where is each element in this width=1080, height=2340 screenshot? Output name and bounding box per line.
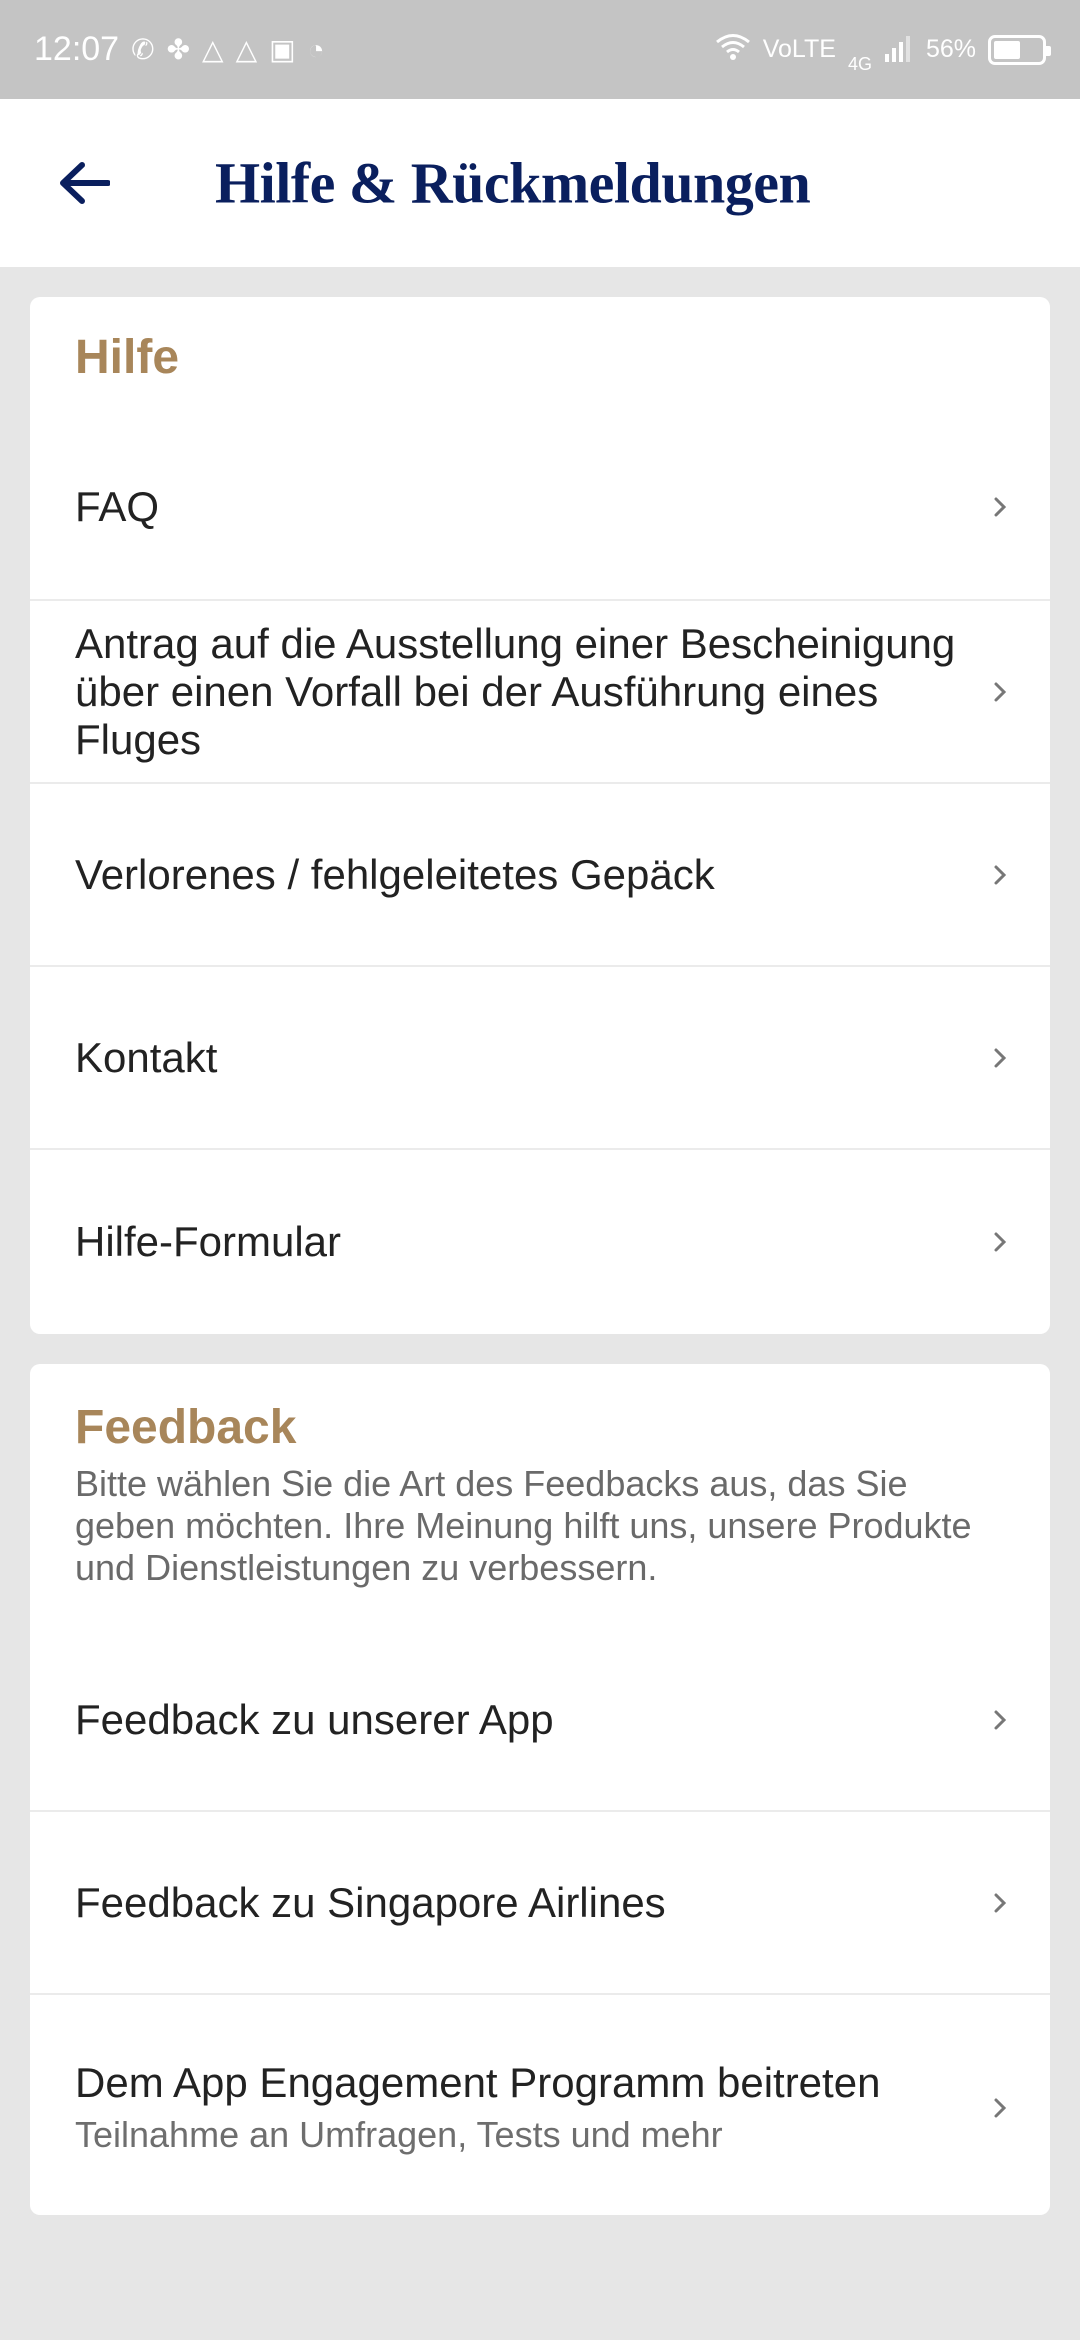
help-form-item[interactable]: Hilfe-Formular bbox=[30, 1150, 1050, 1333]
chevron-right-icon bbox=[994, 2098, 1007, 2117]
help-section-title: Hilfe bbox=[75, 331, 180, 384]
chevron-right-icon bbox=[994, 682, 1007, 701]
signal-icon bbox=[884, 32, 914, 67]
chevron-right-icon bbox=[994, 1893, 1007, 1912]
feedback-description: Bitte wählen Sie die Art des Feedbacks a… bbox=[75, 1463, 972, 1588]
status-time: 12:07 bbox=[34, 30, 120, 68]
battery-icon bbox=[988, 34, 1051, 65]
help-card: Hilfe FAQ Antrag auf die Ausstellung ein… bbox=[30, 297, 1050, 1334]
contact-label: Kontakt bbox=[75, 1033, 218, 1081]
gallery-icon: ▣ bbox=[269, 33, 296, 65]
whatsapp-icon: ✆ bbox=[131, 33, 155, 65]
chevron-right-icon bbox=[994, 1232, 1007, 1251]
app-feedback-label: Feedback zu unserer App bbox=[75, 1695, 554, 1743]
wifi-icon bbox=[715, 33, 751, 66]
help-form-label: Hilfe-Formular bbox=[75, 1217, 342, 1265]
certificate-request-label: Antrag auf die Ausstellung einer Beschei… bbox=[75, 619, 956, 763]
status-left: 12:07 ✆ ✤ △ △ ▣ ◔ bbox=[34, 30, 325, 69]
status-right: VoLTE 4G 56% bbox=[715, 24, 1051, 75]
network-label: VoLTE bbox=[762, 35, 836, 63]
contact-item[interactable]: Kontakt bbox=[30, 967, 1050, 1150]
chevron-right-icon bbox=[994, 1710, 1007, 1729]
battery-percent: 56% bbox=[925, 35, 976, 63]
engagement-program-text: Dem App Engagement Programm beitreten Te… bbox=[75, 2059, 880, 2157]
airline-feedback-item[interactable]: Feedback zu Singapore Airlines bbox=[30, 1812, 1050, 1995]
faq-item[interactable]: FAQ bbox=[30, 414, 1050, 601]
lost-baggage-label: Verlorenes / fehlgeleitetes Gepäck bbox=[75, 850, 715, 898]
app-header: Hilfe & Rückmeldungen bbox=[0, 99, 1080, 267]
airline-feedback-label: Feedback zu Singapore Airlines bbox=[75, 1878, 666, 1926]
chevron-right-icon bbox=[994, 1048, 1007, 1067]
page-title: Hilfe & Rückmeldungen bbox=[215, 150, 811, 216]
arrow-left-icon bbox=[60, 162, 110, 204]
status-bar: 12:07 ✆ ✤ △ △ ▣ ◔ VoLTE 4G 56% bbox=[0, 0, 1080, 99]
pinwheel-icon: ✤ bbox=[166, 33, 191, 65]
battery-fill bbox=[994, 40, 1020, 59]
screenshot-icon: ◔ bbox=[307, 33, 325, 65]
app-feedback-item[interactable]: Feedback zu unserer App bbox=[30, 1629, 1050, 1812]
chevron-right-icon bbox=[994, 865, 1007, 884]
chevron-right-icon bbox=[994, 497, 1007, 516]
certificate-request-item[interactable]: Antrag auf die Ausstellung einer Beschei… bbox=[30, 601, 1050, 784]
back-button[interactable] bbox=[48, 147, 120, 219]
engagement-program-item[interactable]: Dem App Engagement Programm beitreten Te… bbox=[30, 1995, 1050, 2215]
lost-baggage-item[interactable]: Verlorenes / fehlgeleitetes Gepäck bbox=[30, 784, 1050, 967]
engagement-program-label: Dem App Engagement Programm beitreten bbox=[75, 2058, 881, 2106]
engagement-program-sublabel: Teilnahme an Umfragen, Tests und mehr bbox=[75, 2113, 723, 2155]
network-gen-label: 4G bbox=[847, 54, 872, 74]
faq-item-label: FAQ bbox=[75, 482, 160, 530]
drive-icon: △ bbox=[202, 33, 224, 65]
feedback-section-title: Feedback bbox=[75, 1401, 297, 1454]
drive-icon-2: △ bbox=[235, 33, 258, 65]
feedback-card: Feedback Bitte wählen Sie die Art des Fe… bbox=[30, 1364, 1050, 2215]
